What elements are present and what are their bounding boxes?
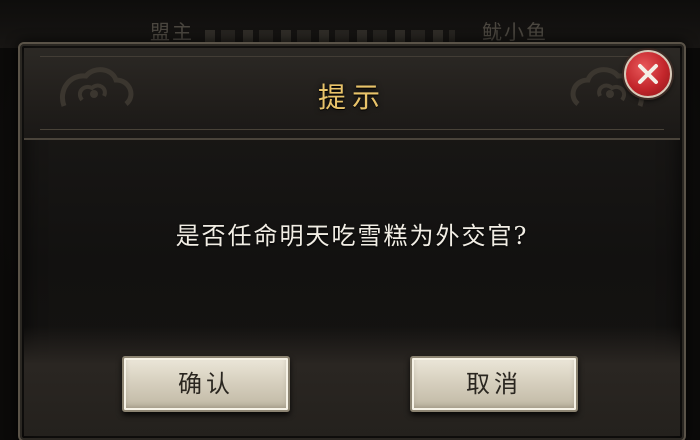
background-label-left: 盟主: [150, 20, 194, 44]
confirm-button[interactable]: 确认: [122, 356, 290, 412]
close-button[interactable]: [624, 50, 672, 98]
background-ui-strip: 盟主 鱿小鱼: [0, 0, 700, 48]
cancel-button[interactable]: 取消: [410, 356, 578, 412]
background-label-right: 鱿小鱼: [482, 20, 548, 44]
game-screen: 盟主 鱿小鱼 提示 是否任命明天吃雪糕为外交官? 确认 取消: [0, 0, 700, 440]
close-icon: [638, 64, 658, 84]
confirm-dialog: 提示 是否任命明天吃雪糕为外交官? 确认 取消: [18, 42, 686, 440]
dialog-title-bar: 提示: [24, 48, 680, 140]
dialog-message: 是否任命明天吃雪糕为外交官?: [175, 222, 529, 250]
